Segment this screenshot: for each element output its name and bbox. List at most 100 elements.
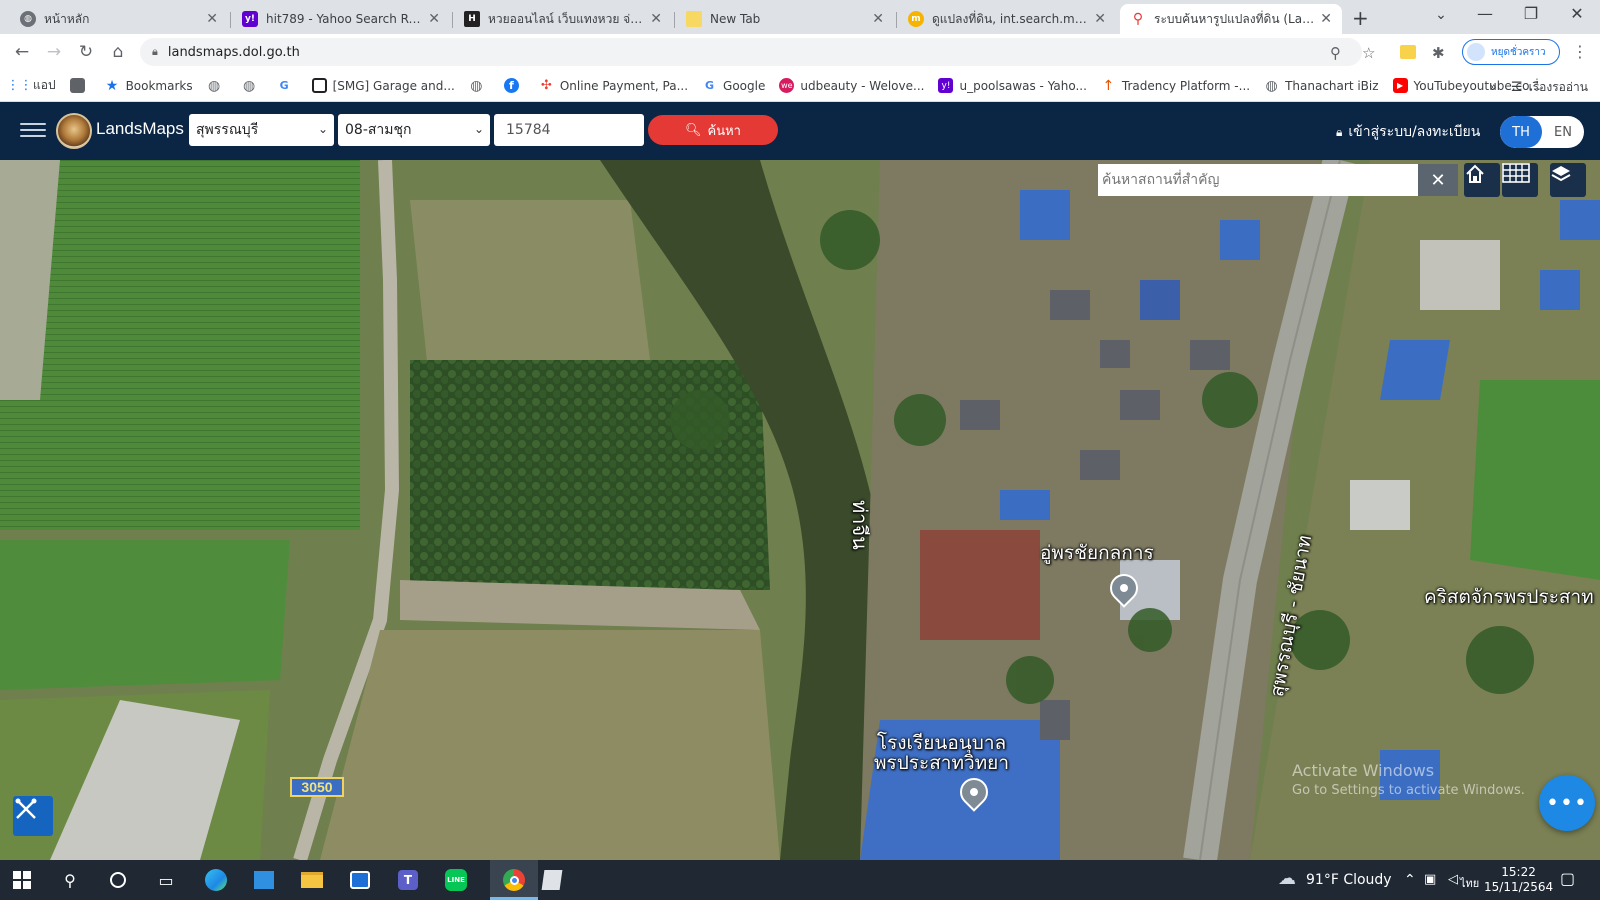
district-select[interactable]: 08-สามชุก ⌄ [338, 114, 490, 146]
cortana-icon[interactable] [106, 868, 130, 892]
task-view-icon[interactable]: ▭ [154, 868, 178, 892]
windows-start-icon[interactable] [10, 868, 34, 892]
close-icon[interactable]: ✕ [1320, 11, 1332, 27]
browser-tab-strip: ◍ หน้าหลัก ✕ y! hit789 - Yahoo Search Re… [0, 0, 1600, 34]
search-icon[interactable]: ⚲ [58, 868, 82, 892]
bookmark-tradency[interactable]: ↑ Tradency Platform -... [1101, 77, 1251, 94]
tab-title: ระบบค้นหารูปแปลงที่ดิน (LandsMa [1154, 11, 1314, 26]
lang-en-button[interactable]: EN [1542, 116, 1584, 148]
place-search-box[interactable] [1098, 164, 1418, 196]
poi-label-school: โรงเรียนอนุบาล พรประสาทวิทยา [874, 732, 1009, 774]
satellite-map[interactable]: ✕ ท่าจีน อู่พรชัยกลการ คริสตจักรพรประสาท… [0, 160, 1600, 860]
measure-tool-button[interactable] [13, 796, 53, 836]
bookmark-globe[interactable]: ◍ [469, 78, 490, 94]
tab-myway[interactable]: m ดูแปลงที่ดิน, int.search.myway.c ✕ [898, 4, 1116, 34]
tab-lotto[interactable]: H หวยออนไลน์ เว็บแทงหวย จ่ายบาทล ✕ [454, 4, 672, 34]
close-icon[interactable]: ✕ [428, 11, 440, 27]
home-icon[interactable]: ⌂ [106, 40, 130, 64]
tab-separator [452, 12, 453, 28]
tradency-icon: ↑ [1102, 77, 1115, 94]
location-icon[interactable]: ⚲ [1330, 44, 1341, 62]
line-app-icon[interactable]: LINE [444, 868, 468, 892]
bookmark-google[interactable]: G [277, 78, 298, 93]
tab-separator [896, 12, 897, 28]
login-register-link[interactable]: 🔒︎ เข้าสู่ระบบ/ลงทะเบียน [1336, 121, 1480, 143]
tab-title: หน้าหลัก [44, 11, 90, 26]
more-options-fab[interactable]: ••• [1539, 775, 1595, 831]
volume-icon[interactable]: ◁ [1448, 872, 1458, 887]
satellite-imagery [0, 160, 1600, 860]
notification-icon[interactable]: ▢ [1560, 869, 1575, 888]
bookmark-star-icon[interactable]: ☆ [1362, 44, 1375, 62]
menu-kebab-icon[interactable]: ⋮ [1572, 42, 1588, 61]
map-pin-icon: ⚲ [1132, 11, 1144, 27]
system-clock[interactable]: 15:22 15/11/2564 [1484, 865, 1553, 895]
bookmark-bookmarks[interactable]: ★ Bookmarks [105, 77, 193, 94]
teams-icon[interactable]: T [396, 868, 420, 892]
snipping-tool-icon[interactable] [540, 868, 564, 892]
layers-map-button[interactable] [1550, 163, 1586, 197]
tab-yahoo-search[interactable]: y! hit789 - Yahoo Search Results ✕ [232, 4, 450, 34]
landsmaps-header: LandsMaps สุพรรณบุรี⌄ 08-สามชุก⌄ 🔍︎ ค้นห… [0, 102, 1600, 160]
tab-search-icon[interactable]: ⌄ [1426, 7, 1456, 23]
youtube-icon: ▶ [1392, 78, 1408, 93]
smg-icon [311, 78, 327, 93]
browser-toolbar: ← → ↻ ⌂ 🔒︎ landsmaps.dol.go.th ⚲ ☆ ✱ หยุ… [0, 34, 1600, 70]
forward-icon[interactable]: → [42, 40, 66, 64]
store-icon[interactable] [252, 868, 276, 892]
close-icon[interactable]: ✕ [206, 11, 218, 27]
tab-new-tab[interactable]: New Tab ✕ [676, 4, 894, 34]
tab-home[interactable]: ◍ หน้าหลัก ✕ [10, 4, 228, 34]
bookmark-thanachart[interactable]: ◍ Thanachart iBiz [1264, 78, 1378, 94]
cloud-weather-icon[interactable]: ☁ [1278, 868, 1296, 889]
chevron-up-icon[interactable]: ⌃ [1404, 872, 1416, 888]
bookmark-apps[interactable]: ⋮⋮ แอป [7, 76, 56, 95]
home-map-button[interactable] [1464, 163, 1500, 197]
bookmark-saved[interactable] [69, 78, 91, 93]
hamburger-menu-icon[interactable] [20, 119, 46, 141]
bookmark-online-payment[interactable]: ✣ Online Payment, Pa... [539, 78, 688, 93]
bookmark-globe[interactable]: ◍ [207, 77, 228, 94]
clear-search-button[interactable]: ✕ [1418, 164, 1458, 196]
reading-list[interactable]: » ☰ เรื่องรออ่าน [1489, 78, 1588, 97]
more-bookmarks-icon[interactable]: » [1489, 80, 1497, 95]
lang-th-button[interactable]: TH [1500, 116, 1542, 148]
bookmark-google[interactable]: G Google [702, 78, 765, 93]
new-tab-button[interactable]: + [1352, 6, 1369, 30]
chrome-icon[interactable] [502, 868, 526, 892]
close-icon[interactable]: ✕ [872, 11, 884, 27]
globe-icon: ◍ [208, 77, 221, 94]
profile-button[interactable]: หยุดชั่วคราว [1462, 39, 1560, 65]
window-close-icon[interactable]: ✕ [1562, 4, 1592, 23]
edge-icon[interactable] [204, 868, 228, 892]
network-icon[interactable]: ▣ [1424, 872, 1436, 887]
close-icon[interactable]: ✕ [1094, 11, 1106, 27]
extensions-puzzle-icon[interactable]: ✱ [1432, 44, 1445, 62]
route-shield: 3050 [290, 777, 344, 797]
tab-landsmaps[interactable]: ⚲ ระบบค้นหารูปแปลงที่ดิน (LandsMa ✕ [1120, 4, 1342, 34]
bookmark-globe[interactable]: ◍ [242, 78, 263, 94]
bookmark-yahoo[interactable]: y! u_poolsawas - Yaho... [938, 78, 1087, 93]
star-icon: ★ [105, 77, 119, 94]
google-icon: G [705, 79, 715, 92]
restore-icon[interactable]: ❐ [1516, 4, 1546, 23]
file-explorer-icon[interactable] [300, 868, 324, 892]
reload-icon[interactable]: ↻ [74, 40, 98, 64]
weather-text[interactable]: 91°F Cloudy [1306, 872, 1392, 888]
camera-app-icon[interactable] [348, 868, 372, 892]
chevron-down-icon: ⌄ [317, 122, 328, 136]
back-icon[interactable]: ← [10, 40, 34, 64]
bookmark-facebook[interactable]: f [503, 78, 525, 93]
input-language[interactable]: ไทย [1460, 874, 1479, 892]
province-select[interactable]: สุพรรณบุรี ⌄ [189, 114, 334, 146]
parcel-number-input[interactable] [494, 114, 644, 146]
bookmark-udbeauty[interactable]: we udbeauty - Welove... [779, 78, 924, 93]
bookmark-smg[interactable]: [SMG] Garage and... [311, 78, 455, 93]
extension-note-icon[interactable] [1400, 45, 1416, 59]
close-icon[interactable]: ✕ [650, 11, 662, 27]
search-button[interactable]: 🔍︎ ค้นหา [648, 115, 778, 145]
place-search-input[interactable] [1098, 164, 1418, 196]
address-bar[interactable]: 🔒︎ landsmaps.dol.go.th [140, 38, 1362, 66]
grid-map-button[interactable] [1502, 163, 1538, 197]
minimize-icon[interactable]: — [1470, 4, 1500, 23]
